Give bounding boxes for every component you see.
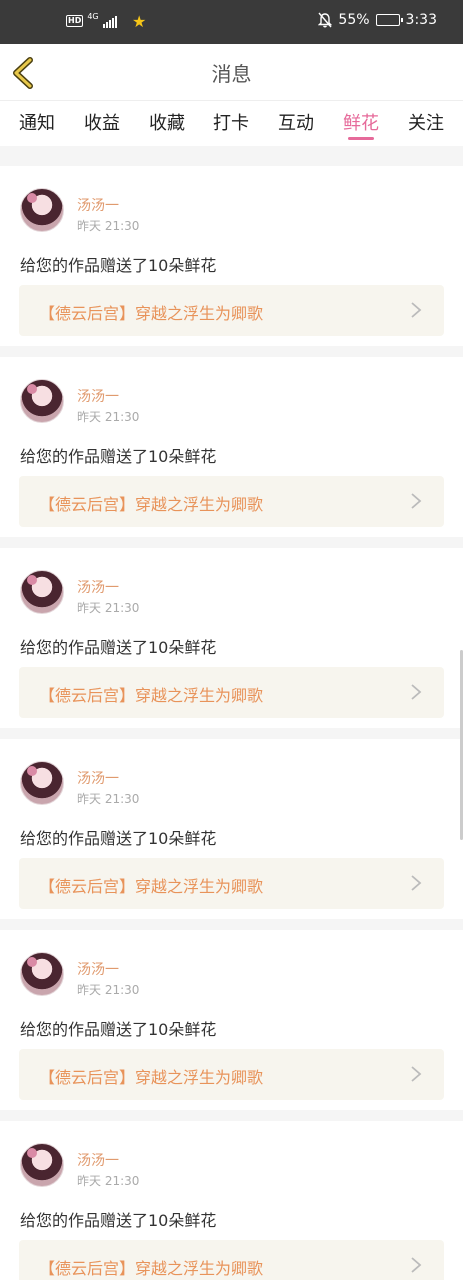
status-left: HD 4G — [66, 12, 117, 28]
chevron-right-icon — [411, 1257, 422, 1273]
tab-favorites[interactable]: 收藏 — [149, 109, 185, 135]
message-text: 给您的作品赠送了10朵鲜花 — [20, 1020, 217, 1039]
work-link[interactable]: 【德云后宫】穿越之浮生为卿歌 — [19, 1240, 444, 1280]
star-icon: ★ — [132, 12, 147, 31]
work-link[interactable]: 【德云后宫】穿越之浮生为卿歌 — [19, 667, 444, 718]
work-title: 【德云后宫】穿越之浮生为卿歌 — [39, 1259, 264, 1278]
avatar[interactable] — [20, 952, 64, 996]
message-card: 汤汤一 昨天 21:30 给您的作品赠送了10朵鲜花 【德云后宫】穿越之浮生为卿… — [0, 930, 463, 1110]
chevron-right-icon — [411, 875, 422, 891]
tab-flowers[interactable]: 鲜花 — [343, 109, 379, 135]
work-link[interactable]: 【德云后宫】穿越之浮生为卿歌 — [19, 476, 444, 527]
message-card: 汤汤一 昨天 21:30 给您的作品赠送了10朵鲜花 【德云后宫】穿越之浮生为卿… — [0, 357, 463, 537]
work-link[interactable]: 【德云后宫】穿越之浮生为卿歌 — [19, 285, 444, 336]
username[interactable]: 汤汤一 — [77, 195, 119, 215]
status-right: 55% 3:33 — [318, 12, 437, 28]
username[interactable]: 汤汤一 — [77, 577, 119, 597]
message-text: 给您的作品赠送了10朵鲜花 — [20, 829, 217, 848]
avatar[interactable] — [20, 188, 64, 232]
signal-icon — [102, 14, 117, 28]
message-list[interactable]: 汤汤一 昨天 21:30 给您的作品赠送了10朵鲜花 【德云后宫】穿越之浮生为卿… — [0, 146, 463, 1280]
timestamp: 昨天 21:30 — [77, 601, 140, 615]
timestamp: 昨天 21:30 — [77, 983, 140, 997]
avatar[interactable] — [20, 379, 64, 423]
tab-earnings[interactable]: 收益 — [84, 109, 120, 135]
avatar[interactable] — [20, 570, 64, 614]
network-type: 4G — [87, 12, 99, 21]
battery-percent: 55% — [338, 12, 370, 28]
hd-icon: HD — [66, 15, 84, 27]
work-link[interactable]: 【德云后宫】穿越之浮生为卿歌 — [19, 1049, 444, 1100]
timestamp: 昨天 21:30 — [77, 792, 140, 806]
tab-interaction[interactable]: 互动 — [278, 109, 314, 135]
message-card: 汤汤一 昨天 21:30 给您的作品赠送了10朵鲜花 【德云后宫】穿越之浮生为卿… — [0, 1121, 463, 1280]
work-title: 【德云后宫】穿越之浮生为卿歌 — [39, 877, 264, 896]
tab-bar: 通知 收益 收藏 打卡 互动 鲜花 关注 — [0, 100, 463, 146]
tab-notifications[interactable]: 通知 — [19, 109, 55, 135]
clock: 3:33 — [405, 12, 437, 28]
work-title: 【德云后宫】穿越之浮生为卿歌 — [39, 686, 264, 705]
message-card: 汤汤一 昨天 21:30 给您的作品赠送了10朵鲜花 【德云后宫】穿越之浮生为卿… — [0, 548, 463, 728]
tab-checkin[interactable]: 打卡 — [213, 109, 249, 135]
timestamp: 昨天 21:30 — [77, 410, 140, 424]
work-title: 【德云后宫】穿越之浮生为卿歌 — [39, 495, 264, 514]
page-title: 消息 — [211, 62, 252, 86]
tab-follow[interactable]: 关注 — [408, 109, 444, 135]
timestamp: 昨天 21:30 — [77, 219, 140, 233]
message-card: 汤汤一 昨天 21:30 给您的作品赠送了10朵鲜花 【德云后宫】穿越之浮生为卿… — [0, 739, 463, 919]
avatar[interactable] — [20, 761, 64, 805]
message-text: 给您的作品赠送了10朵鲜花 — [20, 638, 217, 657]
app-bar: 消息 — [0, 44, 463, 100]
chevron-right-icon — [411, 1066, 422, 1082]
username[interactable]: 汤汤一 — [77, 1150, 119, 1170]
message-card: 汤汤一 昨天 21:30 给您的作品赠送了10朵鲜花 【德云后宫】穿越之浮生为卿… — [0, 166, 463, 346]
work-title: 【德云后宫】穿越之浮生为卿歌 — [39, 304, 264, 323]
timestamp: 昨天 21:30 — [77, 1174, 140, 1188]
battery-icon — [375, 14, 403, 26]
message-text: 给您的作品赠送了10朵鲜花 — [20, 447, 217, 466]
active-tab-indicator — [348, 137, 374, 140]
work-title: 【德云后宫】穿越之浮生为卿歌 — [39, 1068, 264, 1087]
chevron-right-icon — [411, 493, 422, 509]
work-link[interactable]: 【德云后宫】穿越之浮生为卿歌 — [19, 858, 444, 909]
mute-bell-icon — [318, 12, 333, 28]
avatar[interactable] — [20, 1143, 64, 1187]
username[interactable]: 汤汤一 — [77, 768, 119, 788]
chevron-right-icon — [411, 302, 422, 318]
username[interactable]: 汤汤一 — [77, 959, 119, 979]
username[interactable]: 汤汤一 — [77, 386, 119, 406]
status-bar: HD 4G ★ 55% 3:33 — [0, 0, 463, 44]
chevron-right-icon — [411, 684, 422, 700]
message-text: 给您的作品赠送了10朵鲜花 — [20, 1211, 217, 1230]
message-text: 给您的作品赠送了10朵鲜花 — [20, 256, 217, 275]
